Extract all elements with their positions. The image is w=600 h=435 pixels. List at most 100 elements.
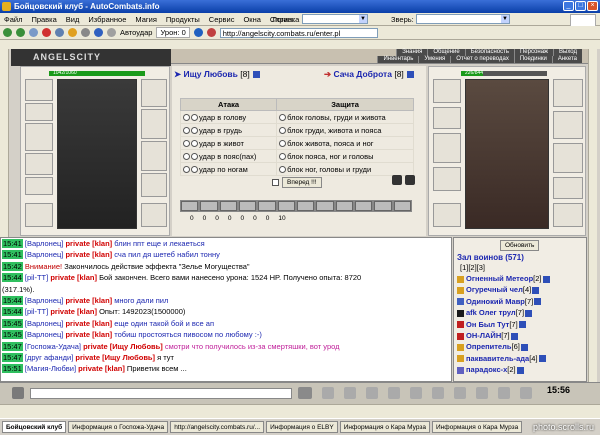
online-user[interactable]: afk Олег трул[7] <box>454 307 584 318</box>
effect-icon[interactable] <box>354 201 373 211</box>
attack-option[interactable]: удар по ногам <box>179 162 278 176</box>
message-sender[interactable]: [Варлонец] <box>25 296 64 305</box>
info-icon[interactable] <box>510 332 518 340</box>
user-name[interactable]: afk Олег трул <box>466 308 516 317</box>
defense-option[interactable]: блок головы, груди и живота <box>276 110 414 124</box>
taskbar-item[interactable]: Информация о Госпожа-Удача <box>68 421 169 433</box>
forward-icon[interactable] <box>16 28 25 37</box>
nav-profile[interactable]: Анкета <box>551 56 582 63</box>
message-sender[interactable]: [друг афанди] <box>25 353 73 362</box>
bag-icon[interactable] <box>454 387 466 399</box>
shield-slot[interactable] <box>141 203 167 227</box>
people-icon[interactable] <box>410 387 422 399</box>
message-sender[interactable]: [Варлонец] <box>25 330 64 339</box>
ring-slot[interactable] <box>25 203 53 227</box>
private-tag[interactable]: private [klan] <box>50 307 97 316</box>
nav-character[interactable]: Персонаж <box>513 49 554 56</box>
auto-checkbox[interactable] <box>272 179 279 186</box>
attack-option[interactable]: удар в пояс(пах) <box>179 149 278 163</box>
message-sender[interactable]: Внимание! <box>25 262 62 271</box>
boots-slot[interactable] <box>553 177 583 199</box>
nav-communication[interactable]: Общение <box>427 49 465 56</box>
taskbar-item[interactable]: Информация о Кара Мурза <box>339 421 430 433</box>
belt-slot[interactable] <box>25 177 53 195</box>
online-user[interactable]: Огненный Метеор[2] <box>454 273 584 284</box>
send-icon[interactable] <box>298 387 312 399</box>
info-icon[interactable] <box>520 343 528 351</box>
amulet-slot[interactable] <box>25 103 53 121</box>
player1-avatar[interactable] <box>57 79 137 229</box>
effect-icon[interactable] <box>181 201 199 211</box>
scrollbar[interactable] <box>588 49 597 382</box>
filter-icon[interactable] <box>388 387 400 399</box>
private-tag[interactable]: private [klan] <box>65 319 112 328</box>
private-tag[interactable]: private [klan] <box>65 239 112 248</box>
private-tag[interactable]: private [klan] <box>65 330 112 339</box>
home-icon[interactable] <box>55 28 64 37</box>
forward-button[interactable]: Вперед !!! <box>282 177 322 188</box>
nav-knowledge[interactable]: Знания <box>396 49 428 56</box>
message-time[interactable]: 15:41 <box>2 250 23 260</box>
online-user[interactable]: парадокс-x[2] <box>454 364 584 375</box>
chevron-down-icon[interactable]: ▼ <box>501 15 509 23</box>
beast-combo[interactable]: ▼ <box>416 14 510 24</box>
message-sender[interactable]: [pil-TT] <box>25 307 48 316</box>
smile-icon[interactable] <box>344 387 356 399</box>
info-icon[interactable] <box>542 275 550 283</box>
menu-products[interactable]: Продукты <box>166 15 200 24</box>
taskbar-item[interactable]: http://angelscity.combats.ru/... <box>170 421 265 433</box>
user-name[interactable]: парадокс-x <box>466 365 507 374</box>
info-icon[interactable] <box>532 286 540 294</box>
nav-fights[interactable]: Поединки <box>513 56 552 63</box>
tree-slot[interactable] <box>141 109 167 139</box>
wolf-icon[interactable] <box>392 175 402 185</box>
defense-option[interactable]: блок пояса, ног и головы <box>276 149 414 163</box>
menu-magic[interactable]: Магия <box>135 15 157 24</box>
weapon-slot[interactable] <box>433 107 461 129</box>
message-sender[interactable]: [Варлонец] <box>25 319 64 328</box>
message-sender[interactable]: [pil-TT] <box>25 273 48 282</box>
menu-service[interactable]: Сервис <box>209 15 235 24</box>
message-time[interactable]: 15:51 <box>2 364 23 374</box>
message-time[interactable]: 15:44 <box>2 273 23 283</box>
scroll-icon[interactable] <box>366 387 378 399</box>
defense-option[interactable]: блок груди, живота и пояса <box>276 123 414 137</box>
message-sender[interactable]: [Варлонец] <box>25 239 64 248</box>
menu-file[interactable]: Файл <box>4 15 22 24</box>
pants-slot[interactable] <box>553 143 583 173</box>
uron-display[interactable]: Урон: 0 <box>156 27 190 38</box>
private-tag[interactable]: private [Ищу Любовь] <box>75 353 155 362</box>
online-user[interactable]: Опрепитель[6] <box>454 341 584 352</box>
info-icon[interactable] <box>525 309 533 317</box>
effect-icon[interactable] <box>219 201 237 211</box>
info-icon[interactable] <box>407 71 415 79</box>
refresh-button[interactable]: Обновить <box>500 240 540 251</box>
message-time[interactable]: 15:45 <box>2 330 23 340</box>
minimize-button[interactable]: _ <box>563 1 574 11</box>
wolf-icon[interactable] <box>405 175 415 185</box>
effect-icon[interactable] <box>335 201 353 211</box>
back-icon[interactable] <box>3 28 12 37</box>
effect-icon[interactable] <box>277 201 295 211</box>
login-combo[interactable]: ▼ <box>302 14 368 24</box>
message-time[interactable]: 15:47 <box>2 341 23 351</box>
message-time[interactable]: 15:45 <box>2 318 23 328</box>
hand-icon[interactable] <box>498 387 510 399</box>
taskbar-item[interactable]: Информация о ELBY <box>266 421 338 433</box>
attack-option[interactable]: удар в грудь <box>179 123 278 137</box>
boots-slot[interactable] <box>141 141 167 171</box>
online-user[interactable]: Он Был Тут[7] <box>454 319 584 330</box>
message-time[interactable]: 15:44 <box>2 296 23 306</box>
taskbar-item[interactable]: Бойцовский клуб <box>2 421 67 433</box>
shield-slot[interactable] <box>553 203 583 227</box>
chat-input[interactable] <box>30 388 292 399</box>
effect-icon[interactable] <box>316 201 334 211</box>
maximize-button[interactable]: □ <box>575 1 586 11</box>
user-name[interactable]: Огненный Метеор <box>466 274 533 283</box>
menu-icon[interactable] <box>12 387 24 399</box>
defense-option[interactable]: блок ног, головы и груди <box>276 162 414 176</box>
clear-icon[interactable] <box>322 387 334 399</box>
gear-icon[interactable] <box>520 387 532 399</box>
menu-favorites[interactable]: Избранное <box>88 15 126 24</box>
player1-name[interactable]: Ищу Любовь <box>184 69 238 79</box>
